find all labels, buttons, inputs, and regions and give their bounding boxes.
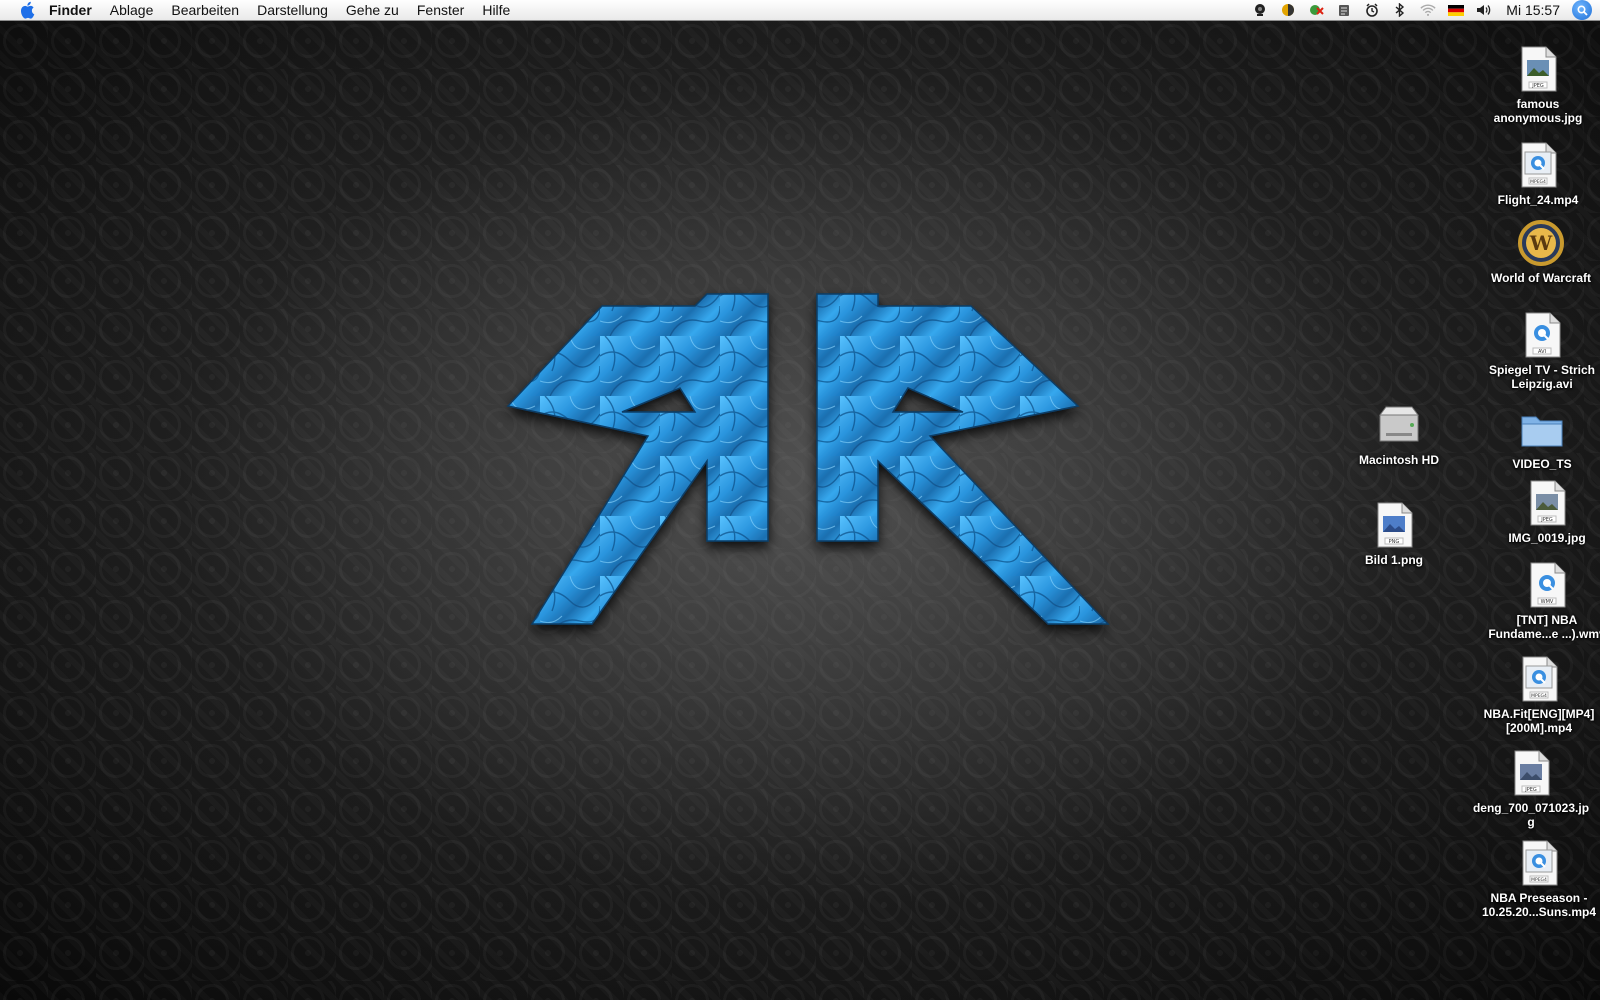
quicktime-movie-icon: MPEG4 bbox=[1515, 655, 1563, 703]
desktop-icon-spiegel-tv[interactable]: AVI Spiegel TV - Strich Leipzig.avi bbox=[1479, 311, 1600, 391]
desktop[interactable]: JPEG famous anonymous.jpg MPEG4 Flight_2… bbox=[0, 21, 1600, 1000]
desktop-icon-nba-fit[interactable]: MPEG4 NBA.Fit[ENG][MP4] [200M].mp4 bbox=[1476, 655, 1600, 735]
growl-icon[interactable] bbox=[1280, 2, 1296, 18]
desktop-icon-label: Spiegel TV - Strich Leipzig.avi bbox=[1488, 363, 1596, 391]
desktop-icon-label: World of Warcraft bbox=[1490, 271, 1591, 285]
menu-bearbeiten[interactable]: Bearbeiten bbox=[162, 0, 248, 21]
wifi-icon[interactable] bbox=[1420, 2, 1436, 18]
svg-text:PNG: PNG bbox=[1389, 539, 1400, 545]
desktop-icon-nba-preseason[interactable]: MPEG4 NBA Preseason - 10.25.20...Suns.mp… bbox=[1476, 839, 1600, 919]
desktop-icon-deng-700[interactable]: JPEG deng_700_071023.jp g bbox=[1468, 749, 1594, 829]
desktop-icon-label: famous anonymous.jpg bbox=[1493, 97, 1583, 125]
menu-bar-left: Finder Ablage Bearbeiten Darstellung Geh… bbox=[0, 0, 519, 21]
menu-gehe-zu[interactable]: Gehe zu bbox=[337, 0, 408, 21]
desktop-icon-label: NBA.Fit[ENG][MP4] [200M].mp4 bbox=[1483, 707, 1595, 735]
menu-finder[interactable]: Finder bbox=[40, 0, 101, 21]
menu-ablage[interactable]: Ablage bbox=[101, 0, 163, 21]
desktop-icon-bild-1[interactable]: PNG Bild 1.png bbox=[1331, 501, 1457, 567]
menu-fenster[interactable]: Fenster bbox=[408, 0, 473, 21]
volume-icon[interactable] bbox=[1476, 2, 1492, 18]
wmv-movie-icon: WMV bbox=[1523, 561, 1571, 609]
quicktime-movie-icon: MPEG4 bbox=[1514, 141, 1562, 189]
desktop-icon-label: Flight_24.mp4 bbox=[1497, 193, 1579, 207]
apple-menu-icon[interactable] bbox=[14, 0, 40, 21]
german-flag-icon[interactable] bbox=[1448, 2, 1465, 18]
folder-icon bbox=[1518, 405, 1566, 453]
menu-hilfe[interactable]: Hilfe bbox=[473, 0, 519, 21]
desktop-icon-macintosh-hd[interactable]: Macintosh HD bbox=[1336, 401, 1462, 467]
desktop-icon-tnt-nba[interactable]: WMV [TNT] NBA Fundame...e ...).wmv bbox=[1484, 561, 1600, 641]
svg-text:W: W bbox=[1529, 231, 1553, 255]
jpeg-file-icon: JPEG bbox=[1514, 45, 1562, 93]
desktop-icon-famous-anonymous[interactable]: JPEG famous anonymous.jpg bbox=[1475, 45, 1600, 125]
jpeg-file-icon: JPEG bbox=[1507, 749, 1555, 797]
svg-text:WMV: WMV bbox=[1541, 599, 1554, 605]
desktop-icon-video-ts[interactable]: VIDEO_TS bbox=[1479, 405, 1600, 471]
svg-text:MPEG4: MPEG4 bbox=[1531, 877, 1547, 883]
svg-text:MPEG4: MPEG4 bbox=[1531, 693, 1547, 699]
wallpaper-logo bbox=[506, 293, 1110, 625]
svg-text:JPEG: JPEG bbox=[1540, 517, 1553, 523]
world-of-warcraft-app-icon: W bbox=[1517, 219, 1565, 267]
desktop-icon-label: Bild 1.png bbox=[1365, 553, 1423, 567]
svg-text:JPEG: JPEG bbox=[1524, 787, 1537, 793]
desktop-icon-world-of-warcraft[interactable]: W World of Warcraft bbox=[1478, 219, 1600, 285]
webcam-icon[interactable] bbox=[1252, 2, 1268, 18]
avi-movie-icon: AVI bbox=[1518, 311, 1566, 359]
menu-darstellung[interactable]: Darstellung bbox=[248, 0, 337, 21]
menu-bar-extras: Mi 15:57 bbox=[1246, 0, 1600, 21]
bluetooth-icon[interactable] bbox=[1392, 2, 1408, 18]
desktop-icon-label: Macintosh HD bbox=[1358, 453, 1439, 467]
spotlight-icon[interactable] bbox=[1572, 0, 1592, 20]
svg-text:JPEG: JPEG bbox=[1531, 83, 1544, 89]
desktop-icon-label: VIDEO_TS bbox=[1512, 457, 1572, 471]
alarm-clock-icon[interactable] bbox=[1364, 2, 1380, 18]
png-file-icon: PNG bbox=[1370, 501, 1418, 549]
menu-bar: Finder Ablage Bearbeiten Darstellung Geh… bbox=[0, 0, 1600, 21]
desktop-icon-flight-24[interactable]: MPEG4 Flight_24.mp4 bbox=[1475, 141, 1600, 207]
desktop-icon-label: NBA Preseason - 10.25.20...Suns.mp4 bbox=[1481, 891, 1597, 919]
desktop-icon-label: deng_700_071023.jp g bbox=[1472, 801, 1590, 829]
hard-drive-icon bbox=[1375, 401, 1423, 449]
desktop-icon-img-0019[interactable]: JPEG IMG_0019.jpg bbox=[1484, 479, 1600, 545]
notes-icon[interactable] bbox=[1336, 2, 1352, 18]
desktop-icon-label: IMG_0019.jpg bbox=[1508, 531, 1586, 545]
quicktime-movie-icon: MPEG4 bbox=[1515, 839, 1563, 887]
svg-text:MPEG4: MPEG4 bbox=[1530, 179, 1546, 185]
menu-clock[interactable]: Mi 15:57 bbox=[1498, 0, 1570, 21]
svg-text:AVI: AVI bbox=[1538, 349, 1546, 355]
jpeg-file-icon: JPEG bbox=[1523, 479, 1571, 527]
desktop-icon-label: [TNT] NBA Fundame...e ...).wmv bbox=[1488, 613, 1600, 641]
block-icon[interactable] bbox=[1308, 2, 1325, 18]
